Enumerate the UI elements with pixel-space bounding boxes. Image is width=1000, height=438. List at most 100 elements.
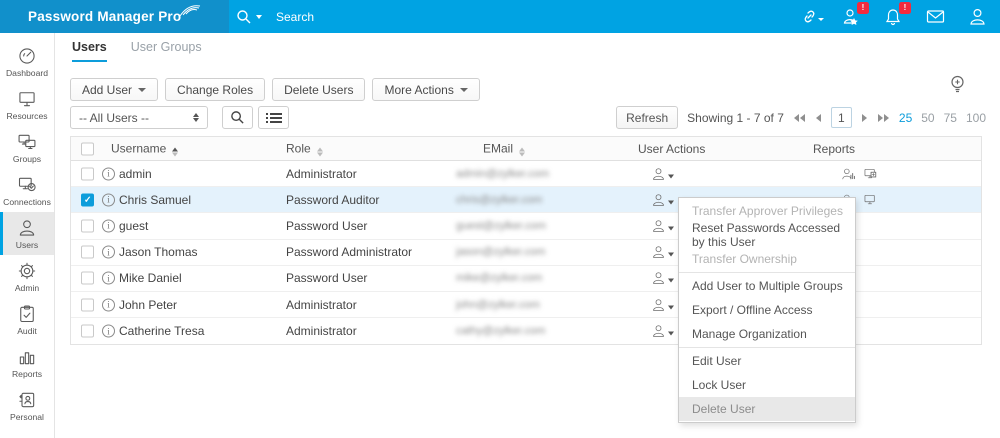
- row-checkbox[interactable]: [81, 298, 94, 311]
- next-page-icon[interactable]: [861, 113, 868, 123]
- tab-users[interactable]: Users: [72, 40, 107, 62]
- select-stepper-icon: [193, 113, 199, 122]
- sidebar-item-groups[interactable]: Groups: [0, 126, 54, 169]
- delete-users-button[interactable]: Delete Users: [272, 78, 365, 101]
- role-cell: Administrator: [286, 167, 357, 181]
- user-actions-menu-button[interactable]: [651, 166, 674, 181]
- menu-item-reset-passwords[interactable]: Reset Passwords Accessed by this User: [679, 223, 855, 247]
- info-icon[interactable]: i: [102, 325, 115, 338]
- info-icon[interactable]: i: [102, 167, 115, 180]
- user-actions-menu-button[interactable]: [651, 192, 674, 207]
- menu-divider: [679, 272, 855, 273]
- page-size-50[interactable]: 50: [921, 111, 934, 125]
- row-checkbox[interactable]: [81, 325, 94, 338]
- user-report-icon[interactable]: [841, 167, 855, 181]
- tips-bulb-icon[interactable]: [949, 75, 966, 100]
- topbar-icons: ! !: [792, 0, 1000, 33]
- sidebar-item-users[interactable]: Users: [0, 212, 54, 255]
- menu-item-transfer-ownership: Transfer Ownership: [679, 247, 855, 271]
- first-page-icon[interactable]: [793, 113, 806, 123]
- username-cell: admin: [119, 167, 152, 181]
- menu-item-delete-user[interactable]: Delete User: [679, 397, 855, 421]
- person-actions-icon: [651, 324, 666, 339]
- row-checkbox[interactable]: [81, 246, 94, 259]
- info-icon[interactable]: i: [102, 193, 115, 206]
- menu-item-export-offline-access[interactable]: Export / Offline Access: [679, 298, 855, 322]
- info-icon[interactable]: i: [102, 246, 115, 259]
- page-size-25[interactable]: 25: [899, 111, 912, 125]
- user-actions-menu-button[interactable]: [651, 271, 674, 286]
- clipboard-check-icon: [17, 304, 37, 324]
- chevron-down-icon: [668, 279, 674, 283]
- sidebar-item-audit[interactable]: Audit: [0, 298, 54, 341]
- sidebar-item-connections[interactable]: Connections: [0, 169, 54, 212]
- sidebar-item-resources[interactable]: Resources: [0, 83, 54, 126]
- chevron-down-icon: [668, 332, 674, 336]
- remote-connection-icon: [17, 175, 37, 195]
- menu-item-manage-organization[interactable]: Manage Organization: [679, 322, 855, 346]
- approver-icon[interactable]: !: [834, 0, 868, 33]
- email-cell: mike@zylker.com: [456, 272, 542, 284]
- prev-page-icon[interactable]: [815, 113, 822, 123]
- row-checkbox-checked[interactable]: [81, 193, 94, 206]
- link-icon[interactable]: [792, 0, 826, 33]
- person-actions-icon: [651, 297, 666, 312]
- sidebar-item-admin[interactable]: Admin: [0, 255, 54, 298]
- page-size-100[interactable]: 100: [966, 111, 986, 125]
- col-email: EMail: [483, 141, 513, 155]
- role-cell: Password User: [286, 219, 367, 233]
- search-input[interactable]: Search: [276, 10, 314, 24]
- email-cell: john@zylker.com: [456, 299, 540, 311]
- sidebar-item-reports[interactable]: Reports: [0, 341, 54, 384]
- col-role: Role: [286, 141, 311, 155]
- menu-item-edit-user[interactable]: Edit User: [679, 349, 855, 373]
- sort-icon[interactable]: [317, 147, 323, 156]
- row-checkbox[interactable]: [81, 272, 94, 285]
- pagination: Refresh Showing 1 - 7 of 7 1 25 50 75 10…: [616, 106, 986, 129]
- resource-report-icon[interactable]: [863, 193, 878, 207]
- add-user-button[interactable]: Add User: [70, 78, 158, 101]
- last-page-icon[interactable]: [877, 113, 890, 123]
- current-page-box[interactable]: 1: [831, 107, 852, 128]
- refresh-button[interactable]: Refresh: [616, 106, 678, 129]
- more-actions-button[interactable]: More Actions: [372, 78, 479, 101]
- change-roles-button[interactable]: Change Roles: [165, 78, 265, 101]
- tab-user-groups[interactable]: User Groups: [131, 40, 202, 62]
- column-chooser-button[interactable]: [258, 106, 289, 129]
- table-header: Username Role EMail User Actions Reports: [71, 137, 981, 161]
- monitors-icon: [17, 132, 37, 152]
- row-checkbox[interactable]: [81, 167, 94, 180]
- bar-chart-icon: [17, 347, 37, 367]
- info-icon[interactable]: i: [102, 298, 115, 311]
- global-search[interactable]: Search: [236, 0, 314, 33]
- user-actions-menu-button[interactable]: [651, 218, 674, 233]
- resource-report-icon[interactable]: [863, 167, 878, 181]
- role-cell: Administrator: [286, 298, 357, 312]
- search-icon: [236, 9, 252, 25]
- sidebar-item-dashboard[interactable]: Dashboard: [0, 40, 54, 83]
- menu-item-lock-user[interactable]: Lock User: [679, 373, 855, 397]
- info-icon[interactable]: i: [102, 219, 115, 232]
- menu-item-add-user-to-groups[interactable]: Add User to Multiple Groups: [679, 274, 855, 298]
- sort-icon[interactable]: [519, 147, 525, 156]
- user-actions-menu-button[interactable]: [651, 324, 674, 339]
- user-actions-menu-button[interactable]: [651, 297, 674, 312]
- profile-icon[interactable]: [960, 0, 994, 33]
- search-button[interactable]: [222, 106, 253, 129]
- app-logo[interactable]: Password Manager Pro: [0, 0, 229, 33]
- monitor-icon: [17, 89, 37, 109]
- chevron-down-icon: [460, 88, 468, 92]
- info-icon[interactable]: i: [102, 272, 115, 285]
- sort-icon[interactable]: [172, 147, 178, 156]
- sidebar-item-personal[interactable]: Personal: [0, 384, 54, 427]
- row-checkbox[interactable]: [81, 219, 94, 232]
- select-all-checkbox[interactable]: [81, 142, 94, 155]
- search-scope-caret-icon[interactable]: [256, 15, 262, 19]
- user-actions-menu-button[interactable]: [651, 245, 674, 260]
- mail-icon[interactable]: [918, 0, 952, 33]
- user-filter-select[interactable]: -- All Users --: [70, 106, 208, 129]
- notifications-icon[interactable]: !: [876, 0, 910, 33]
- search-icon: [230, 110, 245, 125]
- gauge-icon: [17, 46, 37, 66]
- page-size-75[interactable]: 75: [944, 111, 957, 125]
